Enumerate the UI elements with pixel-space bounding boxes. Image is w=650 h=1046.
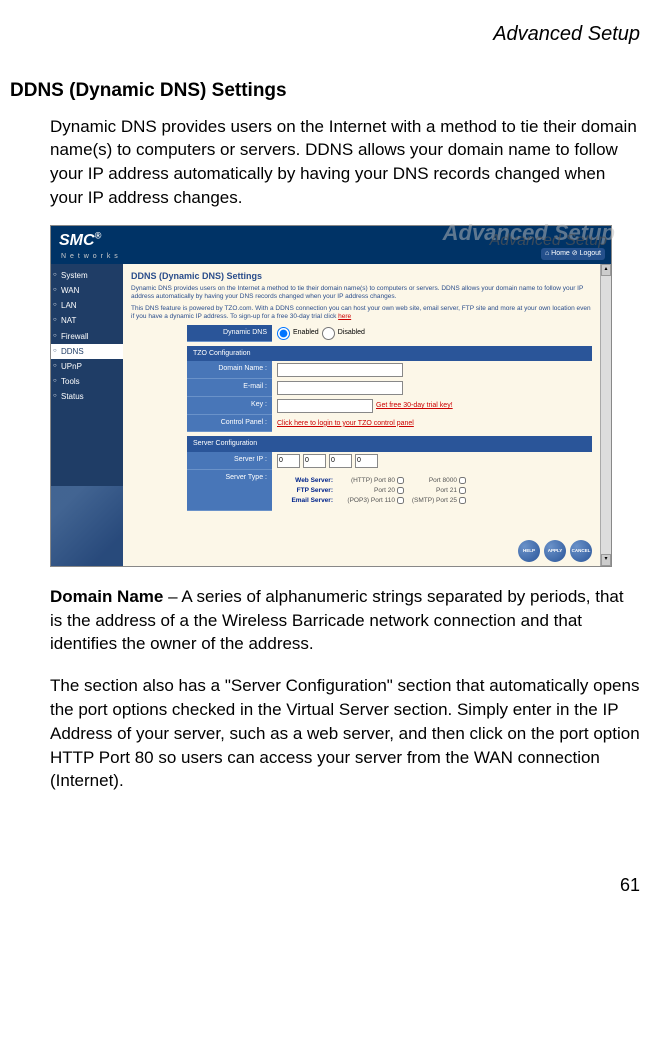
domain-name-input[interactable]	[277, 363, 403, 377]
port-80-label: (HTTP) Port 80	[337, 476, 397, 485]
server-type-grid: Web Server: (HTTP) Port 80 Port 8000 FTP…	[277, 476, 471, 505]
server-ip-octet-1[interactable]	[277, 454, 300, 468]
port-20-label: Port 20	[337, 486, 397, 495]
ftp-server-label: FTP Server:	[277, 486, 337, 495]
screenshot-topbar: SMC® N e t w o r k s Advanced Setup Adva…	[51, 226, 611, 264]
sidebar-item-firewall[interactable]: Firewall	[51, 329, 123, 344]
panel-desc-1: Dynamic DNS provides users on the Intern…	[131, 285, 592, 301]
sidebar-item-nat[interactable]: NAT	[51, 313, 123, 328]
sidebar-item-lan[interactable]: LAN	[51, 298, 123, 313]
server-ip-label: Server IP :	[187, 452, 272, 470]
port-20-checkbox[interactable]	[397, 487, 404, 494]
ddns-label: Dynamic DNS	[187, 325, 272, 342]
trial-key-link[interactable]: Get free 30-day trial key!	[376, 401, 453, 411]
sidebar-item-wan[interactable]: WAN	[51, 283, 123, 298]
server-config-block: Server Configuration Server IP : Server …	[187, 436, 592, 511]
port-110-label: (POP3) Port 110	[337, 496, 397, 505]
web-server-label: Web Server:	[277, 476, 337, 485]
server-config-header: Server Configuration	[187, 436, 592, 452]
key-label: Key :	[187, 397, 272, 415]
scrollbar[interactable]: ▴ ▾	[600, 264, 611, 566]
sidebar-decoration-image	[51, 486, 123, 566]
smc-logo: SMC®	[59, 232, 101, 249]
port-8000-label: Port 8000	[409, 476, 459, 485]
domain-name-paragraph: Domain Name – A series of alphanumeric s…	[50, 585, 640, 656]
server-line-web: Web Server: (HTTP) Port 80 Port 8000	[277, 476, 471, 485]
sidebar-item-tools[interactable]: Tools	[51, 374, 123, 389]
server-ip-octet-2[interactable]	[303, 454, 326, 468]
help-button[interactable]: HELP	[518, 540, 540, 562]
ddns-enable-block: Dynamic DNS Enabled Disabled	[187, 325, 592, 342]
port-110-checkbox[interactable]	[397, 497, 404, 504]
panel-title: DDNS (Dynamic DNS) Settings	[131, 270, 592, 283]
page-header-right: Advanced Setup	[10, 20, 640, 48]
port-21-label: Port 21	[409, 486, 459, 495]
email-server-label: Email Server:	[277, 496, 337, 505]
port-25-label: (SMTP) Port 25	[409, 496, 459, 505]
scroll-down-arrow[interactable]: ▾	[601, 554, 611, 566]
sidebar-nav: System WAN LAN NAT Firewall DDNS UPnP To…	[51, 264, 123, 566]
email-input[interactable]	[277, 381, 403, 395]
home-logout-bar[interactable]: ⌂ Home ⊘ Logout	[541, 248, 605, 260]
domain-name-term: Domain Name	[50, 587, 163, 606]
domain-name-label: Domain Name :	[187, 361, 272, 379]
control-panel-label: Control Panel :	[187, 415, 272, 432]
server-config-paragraph: The section also has a "Server Configura…	[50, 674, 640, 793]
router-admin-screenshot: SMC® N e t w o r k s Advanced Setup Adva…	[50, 225, 612, 567]
email-label: E-mail :	[187, 379, 272, 397]
ddns-radio-group: Enabled Disabled	[272, 325, 592, 342]
screenshot-main-panel: DDNS (Dynamic DNS) Settings Dynamic DNS …	[123, 264, 600, 566]
server-ip-octet-4[interactable]	[355, 454, 378, 468]
sidebar-item-ddns[interactable]: DDNS	[51, 344, 123, 359]
sidebar-item-upnp[interactable]: UPnP	[51, 359, 123, 374]
server-line-email: Email Server: (POP3) Port 110 (SMTP) Por…	[277, 496, 471, 505]
sidebar-item-status[interactable]: Status	[51, 389, 123, 404]
port-8000-checkbox[interactable]	[459, 477, 466, 484]
intro-paragraph: Dynamic DNS provides users on the Intern…	[50, 115, 640, 210]
ddns-disabled-label: Disabled	[338, 328, 365, 338]
server-type-label: Server Type :	[187, 470, 272, 511]
action-buttons-row: HELP APPLY CANCEL	[518, 540, 592, 562]
server-line-ftp: FTP Server: Port 20 Port 21	[277, 486, 471, 495]
panel-desc-2: This DNS feature is powered by TZO.com. …	[131, 305, 592, 321]
tzo-config-header: TZO Configuration	[187, 346, 592, 362]
port-25-checkbox[interactable]	[459, 497, 466, 504]
ddns-enabled-label: Enabled	[293, 328, 319, 338]
port-21-checkbox[interactable]	[459, 487, 466, 494]
ddns-enabled-radio[interactable]	[277, 327, 290, 340]
port-80-checkbox[interactable]	[397, 477, 404, 484]
sidebar-item-system[interactable]: System	[51, 268, 123, 283]
section-title: DDNS (Dynamic DNS) Settings	[10, 78, 640, 105]
tzo-config-block: TZO Configuration Domain Name : E-mail :…	[187, 346, 592, 433]
key-input[interactable]	[277, 399, 373, 413]
scroll-up-arrow[interactable]: ▴	[601, 264, 611, 276]
ddns-disabled-radio[interactable]	[322, 327, 335, 340]
server-ip-octet-3[interactable]	[329, 454, 352, 468]
smc-logo-sub: N e t w o r k s	[61, 252, 119, 262]
control-panel-link[interactable]: Click here to login to your TZO control …	[277, 419, 414, 429]
apply-button[interactable]: APPLY	[544, 540, 566, 562]
page-number: 61	[10, 873, 640, 898]
cancel-button[interactable]: CANCEL	[570, 540, 592, 562]
trial-here-link[interactable]: here	[338, 313, 351, 320]
